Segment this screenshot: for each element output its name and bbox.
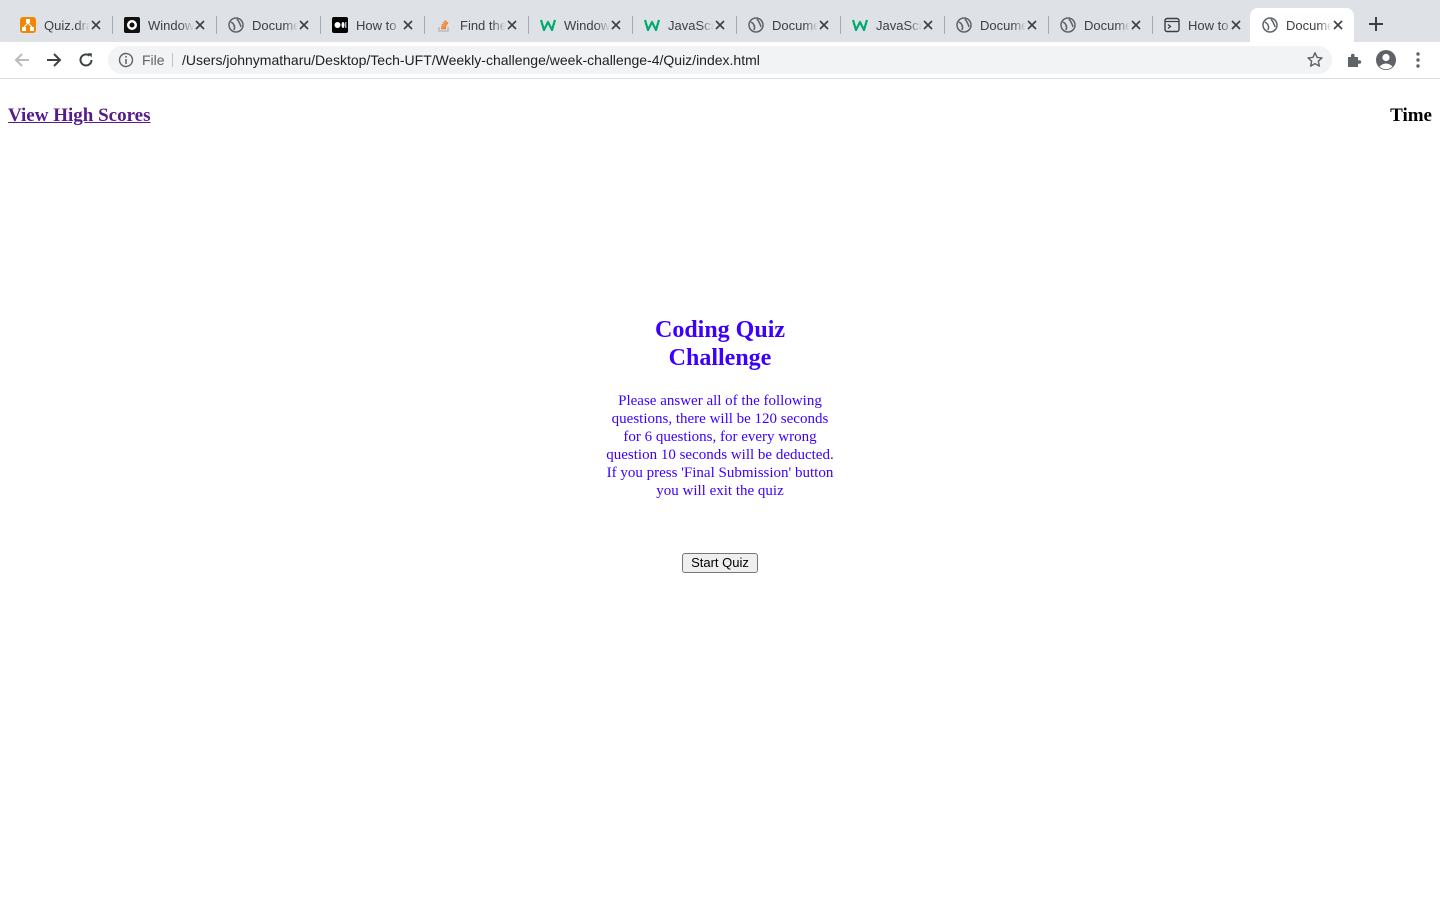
tab-title: JavaScript <box>876 17 922 33</box>
globe-icon <box>956 17 972 33</box>
avatar-icon <box>1376 50 1396 70</box>
w3schools-icon <box>644 17 660 33</box>
reload-icon <box>79 53 93 67</box>
tab-javascript-w3schools[interactable]: JavaScript <box>840 8 944 42</box>
tab-title: Document <box>252 17 298 33</box>
quiz-instructions: Please answer all of the following quest… <box>606 393 834 499</box>
tab-document[interactable]: Document <box>1048 8 1152 42</box>
plus-icon <box>1369 17 1383 31</box>
tab-title: Document <box>1286 17 1332 33</box>
w3schools-icon <box>852 17 868 33</box>
tab-title: Document <box>1084 17 1130 33</box>
close-tab-icon[interactable] <box>920 17 936 33</box>
close-tab-icon[interactable] <box>1128 17 1144 33</box>
address-separator <box>172 53 173 67</box>
back-button[interactable] <box>10 48 34 72</box>
close-tab-icon[interactable] <box>296 17 312 33</box>
browser-toolbar: File /Users/johnymatharu/Desktop/Tech-UF… <box>0 42 1440 79</box>
star-icon[interactable] <box>1306 51 1324 69</box>
timer-label: Time <box>1390 105 1432 126</box>
tab-javascript-w3schools[interactable]: JavaScript <box>632 8 736 42</box>
globe-icon <box>228 17 244 33</box>
stackoverflow-icon <box>436 17 452 33</box>
profile-button[interactable] <box>1375 49 1397 71</box>
start-quiz-button[interactable]: Start Quiz <box>682 553 758 573</box>
tab-title: Quiz.drawio <box>44 17 90 33</box>
info-icon[interactable] <box>118 52 134 68</box>
view-high-scores-link[interactable]: View High Scores <box>8 105 151 127</box>
new-tab-button[interactable] <box>1364 12 1388 36</box>
github-icon <box>124 17 140 33</box>
tab-quiz-drawio[interactable]: Quiz.drawio <box>8 8 112 42</box>
globe-icon <box>748 17 764 33</box>
close-tab-icon[interactable] <box>712 17 728 33</box>
page-content: View High Scores Time Coding Quiz Challe… <box>0 79 1440 900</box>
tab-how-to-terminal[interactable]: How to <box>1152 8 1252 42</box>
close-tab-icon[interactable] <box>1024 17 1040 33</box>
tab-document[interactable]: Document <box>736 8 840 42</box>
menu-button[interactable] <box>1407 49 1429 71</box>
tab-title: How to <box>356 17 402 33</box>
close-tab-icon[interactable] <box>1330 17 1346 33</box>
tab-title: JavaScript <box>668 17 714 33</box>
close-tab-icon[interactable] <box>608 17 624 33</box>
more-vert-icon <box>1416 52 1420 68</box>
close-tab-icon[interactable] <box>1228 17 1244 33</box>
extensions-button[interactable] <box>1343 49 1365 71</box>
close-tab-icon[interactable] <box>400 17 416 33</box>
w3schools-icon <box>540 17 556 33</box>
tab-find-the-stackoverflow[interactable]: Find the <box>424 8 528 42</box>
puzzle-icon <box>1348 53 1362 67</box>
close-tab-icon[interactable] <box>504 17 520 33</box>
forward-button[interactable] <box>42 48 66 72</box>
tab-title: Window <box>148 17 194 33</box>
quiz-title: Coding Quiz Challenge <box>654 317 786 371</box>
globe-icon <box>1262 17 1278 33</box>
arrow-right-icon <box>47 53 62 67</box>
tab-title: Document <box>980 17 1026 33</box>
arrow-left-icon <box>14 53 29 67</box>
reload-button[interactable] <box>74 48 98 72</box>
tab-document-active[interactable]: Document <box>1250 8 1354 42</box>
close-tab-icon[interactable] <box>192 17 208 33</box>
tab-document[interactable]: Document <box>944 8 1048 42</box>
close-tab-icon[interactable] <box>88 17 104 33</box>
tab-window-w3schools[interactable]: Window <box>528 8 632 42</box>
address-bar[interactable]: File /Users/johnymatharu/Desktop/Tech-UF… <box>108 46 1332 74</box>
scheme-label: File <box>142 52 165 68</box>
quiz-intro: Coding Quiz Challenge Please answer all … <box>605 316 835 500</box>
terminal-window-icon <box>1164 17 1180 33</box>
tab-title: Document <box>772 17 818 33</box>
tab-title: Window <box>564 17 610 33</box>
tab-strip: Quiz.drawio Window Document How to Find … <box>0 0 1440 42</box>
close-tab-icon[interactable] <box>816 17 832 33</box>
tab-how-to-medium[interactable]: How to <box>320 8 424 42</box>
medium-icon <box>332 17 348 33</box>
globe-icon <box>1060 17 1076 33</box>
tab-document[interactable]: Document <box>216 8 320 42</box>
tab-window-github[interactable]: Window <box>112 8 216 42</box>
drawio-icon <box>20 17 36 33</box>
tab-title: Find the <box>460 17 506 33</box>
url-text[interactable]: /Users/johnymatharu/Desktop/Tech-UFT/Wee… <box>182 52 760 68</box>
